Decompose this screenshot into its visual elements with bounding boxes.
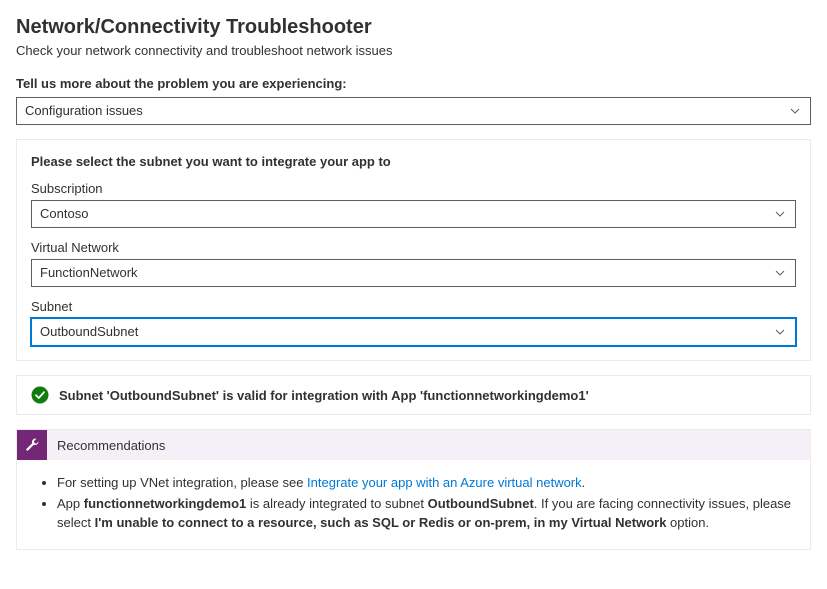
recommendation-item-2: App functionnetworkingdemo1 is already i… — [57, 495, 792, 533]
page-subtitle: Check your network connectivity and trou… — [16, 43, 811, 58]
subscription-select-value: Contoso — [40, 206, 88, 221]
vnet-integration-doc-link[interactable]: Integrate your app with an Azure virtual… — [307, 475, 582, 490]
app-name: functionnetworkingdemo1 — [84, 496, 247, 511]
subnet-select[interactable]: OutboundSubnet — [31, 318, 796, 346]
subnet-selection-panel: Please select the subnet you want to int… — [16, 139, 811, 361]
validation-status-text: Subnet 'OutboundSubnet' is valid for int… — [59, 388, 589, 403]
subnet-name: OutboundSubnet — [428, 496, 534, 511]
recommendations-title: Recommendations — [57, 438, 165, 453]
page-title: Network/Connectivity Troubleshooter — [16, 16, 811, 39]
recommendation-item-1: For setting up VNet integration, please … — [57, 474, 792, 493]
wrench-icon — [17, 430, 47, 460]
vnet-select[interactable]: FunctionNetwork — [31, 259, 796, 287]
recommendations-panel: Recommendations For setting up VNet inte… — [16, 429, 811, 550]
subscription-label: Subscription — [31, 181, 796, 196]
problem-select-value: Configuration issues — [25, 103, 143, 118]
subnet-panel-intro: Please select the subnet you want to int… — [31, 154, 796, 169]
vnet-select-value: FunctionNetwork — [40, 265, 138, 280]
suggested-option: I'm unable to connect to a resource, suc… — [95, 515, 667, 530]
subnet-select-value: OutboundSubnet — [40, 324, 138, 339]
problem-select[interactable]: Configuration issues — [16, 97, 811, 125]
subscription-select[interactable]: Contoso — [31, 200, 796, 228]
problem-label: Tell us more about the problem you are e… — [16, 76, 811, 91]
success-icon — [31, 386, 49, 404]
validation-status-panel: Subnet 'OutboundSubnet' is valid for int… — [16, 375, 811, 415]
recommendations-body: For setting up VNet integration, please … — [17, 460, 810, 549]
subnet-label: Subnet — [31, 299, 796, 314]
vnet-label: Virtual Network — [31, 240, 796, 255]
recommendations-header: Recommendations — [17, 430, 810, 460]
